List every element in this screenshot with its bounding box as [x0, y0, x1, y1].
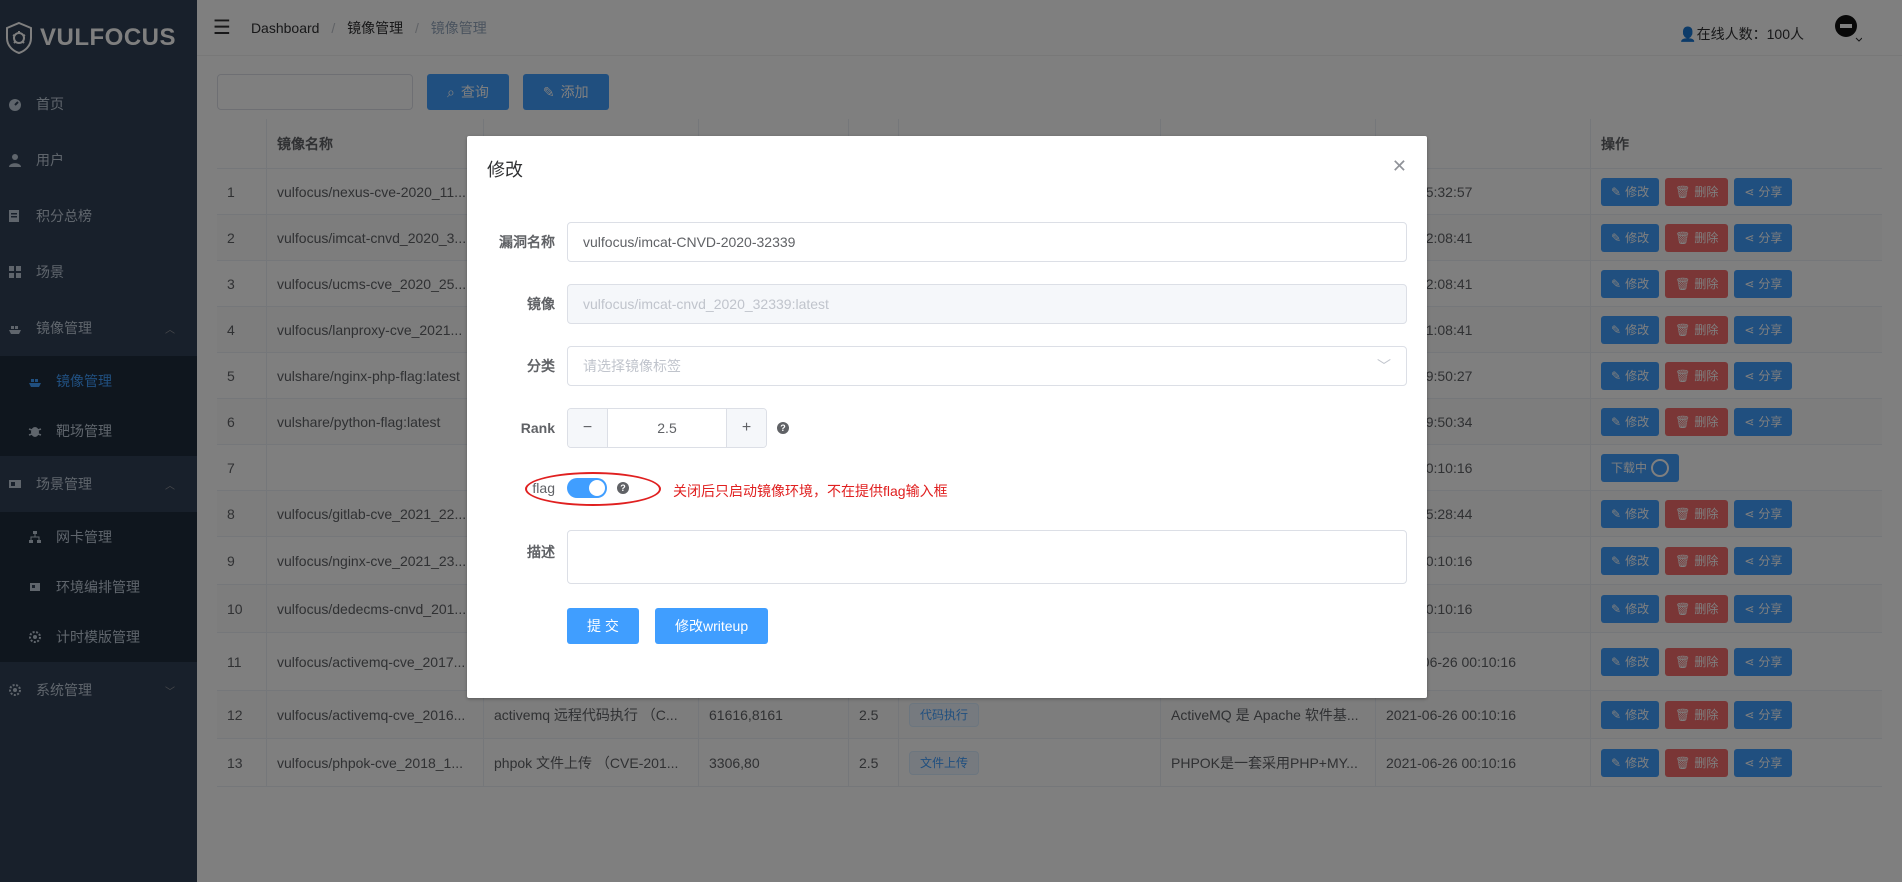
form-row-vul-name: 漏洞名称 vulfocus/imcat-CNVD-2020-32339 [487, 222, 1407, 262]
edit-dialog: 修改 ✕ 漏洞名称 vulfocus/imcat-CNVD-2020-32339… [467, 136, 1427, 698]
desc-textarea[interactable] [567, 530, 1407, 584]
submit-button[interactable]: 提 交 [567, 608, 639, 644]
annotation-ellipse [525, 472, 661, 506]
plus-button[interactable]: + [726, 409, 766, 447]
desc-label: 描述 [527, 544, 555, 560]
image-label: 镜像 [527, 296, 555, 312]
vul-name-input[interactable]: vulfocus/imcat-CNVD-2020-32339 [567, 222, 1407, 262]
help-icon[interactable]: ? [777, 422, 789, 434]
form-row-image: 镜像 vulfocus/imcat-cnvd_2020_32339:latest [487, 284, 1407, 324]
flag-note: 关闭后只启动镜像环境，不在提供flag输入框 [673, 483, 948, 499]
close-icon[interactable]: ✕ [1392, 156, 1407, 177]
rank-value[interactable]: 2.5 [608, 409, 726, 447]
category-select[interactable]: 请选择镜像标签 ﹀ [567, 346, 1407, 386]
form-row-category: 分类 请选择镜像标签 ﹀ [487, 346, 1407, 386]
chevron-down-icon: ﹀ [1377, 358, 1391, 374]
rank-stepper: − 2.5 + [567, 408, 767, 448]
edit-writeup-button[interactable]: 修改writeup [655, 608, 769, 644]
image-input: vulfocus/imcat-cnvd_2020_32339:latest [567, 284, 1407, 324]
rank-label: Rank [520, 420, 555, 436]
category-label: 分类 [527, 358, 555, 374]
form-row-desc: 描述 [487, 530, 1407, 584]
vul-name-label: 漏洞名称 [499, 234, 555, 250]
form-row-rank: Rank − 2.5 + ? [487, 408, 1407, 448]
dialog-title: 修改 [487, 160, 523, 180]
minus-button[interactable]: − [568, 409, 608, 447]
